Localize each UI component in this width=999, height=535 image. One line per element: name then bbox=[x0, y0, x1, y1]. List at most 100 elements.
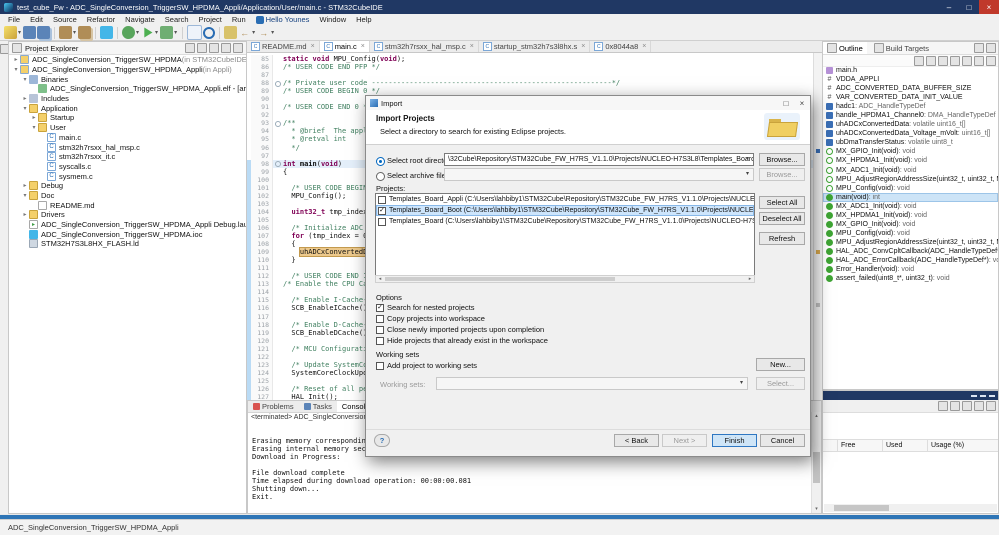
root-directory-radio[interactable] bbox=[376, 157, 385, 166]
add-working-sets-row[interactable]: Add project to working sets bbox=[376, 361, 477, 370]
link-with-editor-icon[interactable] bbox=[197, 43, 207, 53]
tree-item[interactable]: ▸ Debug bbox=[9, 181, 246, 191]
refresh-icon[interactable] bbox=[938, 401, 948, 411]
last-edit-location-icon[interactable] bbox=[224, 26, 238, 39]
collapse-arrow-icon[interactable]: ▸ bbox=[12, 56, 20, 63]
project-list-item[interactable]: ✓ Templates_Board_Boot (C:\Users\lahbiby1… bbox=[376, 205, 754, 216]
outline-item[interactable]: MPU_AdjustRegionAddressSize(uint32_t, ui… bbox=[823, 175, 998, 184]
tree-item[interactable]: ▾ Doc bbox=[9, 190, 246, 201]
dialog-close-button[interactable]: × bbox=[794, 99, 810, 108]
project-checkbox[interactable]: ✓ bbox=[378, 206, 386, 215]
scroll-up-icon[interactable]: ▴ bbox=[812, 412, 821, 420]
outline-item[interactable]: ubDmaTransferStatus : volatile uint8_t bbox=[823, 138, 998, 147]
overview-ruler[interactable] bbox=[813, 53, 822, 400]
close-tab-icon[interactable]: × bbox=[642, 43, 646, 50]
collapse-arrow-icon[interactable]: ▸ bbox=[21, 182, 29, 189]
tree-item[interactable]: ADC_SingleConversion_TriggerSW_HPDMA.ioc bbox=[9, 229, 246, 239]
collapse-arrow-icon[interactable]: ▸ bbox=[21, 211, 29, 218]
debug-icon[interactable] bbox=[122, 26, 136, 39]
save-all-icon[interactable] bbox=[37, 26, 51, 39]
dropdown-caret-icon[interactable]: ▾ bbox=[73, 29, 76, 36]
tree-item[interactable]: ADC_SingleConversion_TriggerSW_HPDMA_App… bbox=[9, 84, 246, 94]
project-list-item[interactable]: Templates_Board (C:\Users\lahbiby1\STM32… bbox=[376, 216, 754, 227]
panel-icon[interactable] bbox=[971, 394, 977, 397]
close-tab-icon[interactable]: × bbox=[361, 43, 365, 50]
maximize-view-icon[interactable] bbox=[986, 43, 996, 53]
console-vertical-scrollbar[interactable]: ▴ ▾ bbox=[811, 412, 821, 513]
tree-item[interactable]: ▾ ADC_SingleConversion_TriggerSW_HPDMA_Ap… bbox=[9, 65, 246, 75]
outline-item[interactable]: Error_Handler(void) : void bbox=[823, 265, 998, 274]
build-all-icon[interactable] bbox=[78, 26, 92, 39]
back-icon[interactable]: ← bbox=[238, 26, 251, 39]
scroll-left-icon[interactable]: ◂ bbox=[376, 276, 384, 282]
add-working-sets-checkbox[interactable] bbox=[376, 361, 384, 370]
option-row[interactable]: Close newly imported projects upon compl… bbox=[376, 325, 544, 334]
tree-item[interactable]: Csysmem.c bbox=[9, 171, 246, 181]
outline-item[interactable]: MX_HPDMA1_Init(void) : void bbox=[823, 211, 998, 220]
scrollbar-thumb[interactable] bbox=[385, 277, 615, 281]
tree-item[interactable]: ▾ User bbox=[9, 123, 246, 133]
maximize-icon[interactable] bbox=[233, 43, 243, 53]
memory-column-usage----[interactable]: Usage (%) bbox=[927, 440, 997, 451]
archive-file-radio[interactable] bbox=[376, 172, 385, 181]
cancel-button[interactable]: Cancel bbox=[760, 434, 805, 447]
dialog-maximize-button[interactable]: □ bbox=[778, 99, 794, 108]
fold-marker-icon[interactable] bbox=[273, 79, 281, 87]
outline-item[interactable]: MX_HPDMA1_Init(void) : void bbox=[823, 156, 998, 165]
tree-item[interactable]: README.md bbox=[9, 200, 246, 210]
myst-user-greeting[interactable]: Hello Younes bbox=[251, 15, 315, 24]
tab-outline[interactable]: Outline bbox=[823, 42, 867, 54]
expand-arrow-icon[interactable]: ▾ bbox=[21, 105, 29, 112]
expand-arrow-icon[interactable]: ▾ bbox=[12, 66, 20, 73]
menu-window[interactable]: Window bbox=[314, 15, 351, 24]
menu-edit[interactable]: Edit bbox=[25, 15, 48, 24]
back-button[interactable]: < Back bbox=[614, 434, 659, 447]
export-icon[interactable] bbox=[962, 401, 972, 411]
dropdown-caret-icon[interactable]: ▾ bbox=[155, 29, 158, 36]
tree-item[interactable]: Cstm32h7rsxx_hal_msp.c bbox=[9, 142, 246, 152]
new-c-project-icon[interactable] bbox=[187, 25, 203, 40]
scrollbar-thumb[interactable] bbox=[813, 452, 820, 483]
view-menu-icon[interactable] bbox=[986, 401, 996, 411]
close-tab-icon[interactable]: × bbox=[311, 43, 315, 50]
tree-item[interactable]: Cmain.c bbox=[9, 132, 246, 143]
collapse-arrow-icon[interactable]: ▸ bbox=[30, 114, 38, 121]
run-icon[interactable] bbox=[144, 27, 153, 38]
menu-refactor[interactable]: Refactor bbox=[82, 15, 120, 24]
collapse-arrow-icon[interactable]: ▸ bbox=[21, 95, 29, 102]
tab-build-targets[interactable]: Build Targets bbox=[870, 42, 933, 54]
view-menu-icon[interactable] bbox=[209, 43, 219, 53]
outline-item[interactable]: MX_GPIO_Init(void) : void bbox=[823, 147, 998, 156]
external-tools-icon[interactable] bbox=[160, 26, 174, 39]
select-all-button[interactable]: Select All bbox=[759, 196, 805, 209]
menu-project[interactable]: Project bbox=[194, 15, 227, 24]
deselect-all-button[interactable]: Deselect All bbox=[759, 212, 805, 225]
project-list-item[interactable]: Templates_Board_Appli (C:\Users\lahbiby1… bbox=[376, 194, 754, 205]
editor-tab-0x8044a8[interactable]: C 0x8044a8 × bbox=[590, 41, 652, 52]
tree-item[interactable]: ▾ Application bbox=[9, 103, 246, 113]
outline-item[interactable]: MX_ADC1_Init(void) : void bbox=[823, 202, 998, 211]
tree-item[interactable]: ▸ Drivers bbox=[9, 210, 246, 220]
outline-item[interactable]: MPU_AdjustRegionAddressSize(uint32_t, ui… bbox=[823, 238, 998, 247]
scroll-down-icon[interactable]: ▾ bbox=[812, 505, 821, 513]
browse-root-button[interactable]: Browse... bbox=[759, 153, 805, 166]
tree-item[interactable]: ▸ ADC_SingleConversion_TriggerSW_HPDMA (i… bbox=[9, 55, 246, 65]
memory-horizontal-scrollbar[interactable] bbox=[824, 504, 997, 512]
dropdown-caret-icon[interactable]: ▾ bbox=[271, 29, 274, 36]
import-icon[interactable] bbox=[950, 401, 960, 411]
option-row[interactable]: Copy projects into workspace bbox=[376, 314, 485, 323]
outline-item[interactable]: # VAR_CONVERTED_DATA_INIT_VALUE bbox=[823, 93, 998, 102]
option-checkbox[interactable] bbox=[376, 325, 384, 334]
menu-run[interactable]: Run bbox=[227, 15, 251, 24]
expand-arrow-icon[interactable]: ▾ bbox=[30, 124, 38, 131]
root-directory-combo[interactable]: \32Cube\Repository\STM32Cube_FW_H7RS_V1.… bbox=[444, 153, 754, 166]
editor-tab-main-c[interactable]: Cmain.c × bbox=[319, 41, 370, 52]
outline-item[interactable]: HAL_ADC_ErrorCallback(ADC_HandleTypeDef*… bbox=[823, 256, 998, 265]
outline-item[interactable]: main(void) : int bbox=[823, 192, 998, 202]
new-wizard-icon[interactable] bbox=[4, 26, 17, 39]
expand-arrow-icon[interactable]: ▾ bbox=[21, 76, 29, 83]
collapse-all-icon[interactable] bbox=[185, 43, 195, 53]
outline-item[interactable]: MX_GPIO_Init(void) : void bbox=[823, 220, 998, 229]
outline-item[interactable]: assert_failed(uint8_t*, uint32_t) : void bbox=[823, 274, 998, 283]
project-checkbox[interactable] bbox=[378, 217, 386, 226]
